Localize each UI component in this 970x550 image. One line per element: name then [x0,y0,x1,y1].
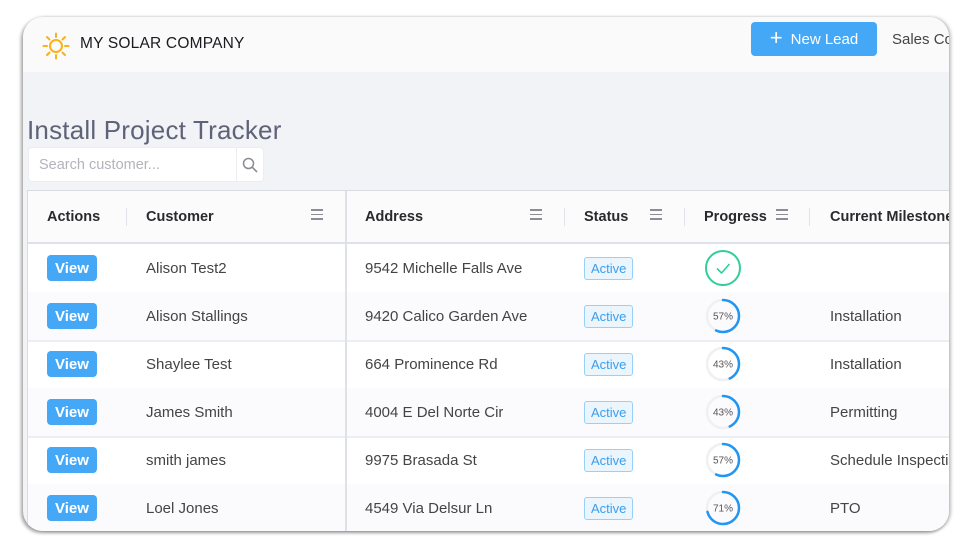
svg-text:57%: 57% [713,456,733,467]
customer-name: Shaylee Test [146,355,232,373]
column-menu-icon[interactable] [776,209,788,221]
current-milestone: PTO [830,499,861,517]
table-row[interactable]: View Shaylee Test 664 Prominence Rd Acti… [28,340,949,390]
svg-text:71%: 71% [713,504,733,515]
column-menu-icon[interactable] [650,209,662,221]
new-lead-label: New Lead [790,30,859,48]
address: 9420 Calico Garden Ave [365,307,528,325]
customer-name: smith james [146,451,227,469]
column-header-customer[interactable]: Customer [146,191,214,242]
status-badge: Active [584,400,634,424]
svg-text:57%: 57% [713,312,733,323]
progress-cell: 43% [704,388,742,436]
status-badge: Active [584,304,634,328]
progress-ring: 57% [705,298,741,334]
progress-cell: 71% [704,484,742,531]
search-icon [242,157,258,172]
address: 664 Prominence Rd [365,355,498,373]
column-menu-icon[interactable] [311,209,323,221]
plus-icon: + [769,25,783,50]
table-header: Actions Customer Address Status Progress… [28,191,949,244]
column-header-progress[interactable]: Progress [704,191,767,242]
search-box [28,147,264,182]
status-badge: Active [584,352,634,376]
progress-ring: 43% [705,346,741,382]
view-button[interactable]: View [47,447,97,473]
column-divider[interactable] [564,208,565,226]
customer-name: James Smith [146,403,233,421]
column-divider[interactable] [809,208,810,226]
progress-cell [704,244,742,292]
status-badge: Active [584,496,634,520]
progress-cell: 57% [704,436,742,484]
column-header-address[interactable]: Address [365,191,423,242]
company-name: MY SOLAR COMPANY [80,35,245,52]
view-button[interactable]: View [47,495,97,521]
pinned-column-divider [345,191,347,531]
column-menu-icon[interactable] [530,209,542,221]
customer-name: Alison Test2 [146,259,227,277]
table-row[interactable]: View James Smith 4004 E Del Norte Cir Ac… [28,388,949,438]
progress-cell: 57% [704,292,742,340]
progress-ring: 57% [705,442,741,478]
status-badge: Active [584,256,634,280]
customer-name: Alison Stallings [146,307,248,325]
table-row[interactable]: View Alison Test2 9542 Michelle Falls Av… [28,244,949,294]
column-header-status[interactable]: Status [584,191,628,242]
status-badge: Active [584,448,634,472]
current-milestone: Installation [830,355,902,373]
column-header-actions[interactable]: Actions [47,191,100,242]
new-lead-button[interactable]: + New Lead [751,22,877,56]
column-divider[interactable] [684,208,685,226]
column-header-current-milestone[interactable]: Current Milestone [830,191,949,242]
table-row[interactable]: View Alison Stallings 9420 Calico Garden… [28,292,949,342]
sun-logo-icon [42,32,70,60]
address: 9542 Michelle Falls Ave [365,259,523,277]
page-title: Install Project Tracker [27,115,282,145]
address: 9975 Brasada St [365,451,477,469]
progress-cell: 43% [704,340,742,388]
complete-check-icon [705,250,741,286]
svg-text:43%: 43% [713,408,733,419]
top-bar: MY SOLAR COMPANY + New Lead Sales Co [23,17,949,72]
current-milestone: Schedule Inspection [830,451,949,469]
current-milestone: Permitting [830,403,898,421]
sales-nav-link[interactable]: Sales Co [892,31,949,48]
view-button[interactable]: View [47,255,97,281]
customer-name: Loel Jones [146,499,219,517]
address: 4004 E Del Norte Cir [365,403,504,421]
view-button[interactable]: View [47,303,97,329]
address: 4549 Via Delsur Ln [365,499,493,517]
current-milestone: Installation [830,307,902,325]
table-row[interactable]: View Loel Jones 4549 Via Delsur Ln Activ… [28,484,949,531]
search-input[interactable] [29,148,236,181]
table-row[interactable]: View smith james 9975 Brasada St Active … [28,436,949,486]
column-divider[interactable] [126,208,127,226]
search-button[interactable] [236,148,263,181]
progress-ring: 71% [705,490,741,526]
svg-text:43%: 43% [713,360,733,371]
view-button[interactable]: View [47,399,97,425]
projects-table: Actions Customer Address Status Progress… [27,190,949,531]
app-window: MY SOLAR COMPANY + New Lead Sales Co Ins… [23,17,949,531]
progress-ring: 43% [705,394,741,430]
view-button[interactable]: View [47,351,97,377]
